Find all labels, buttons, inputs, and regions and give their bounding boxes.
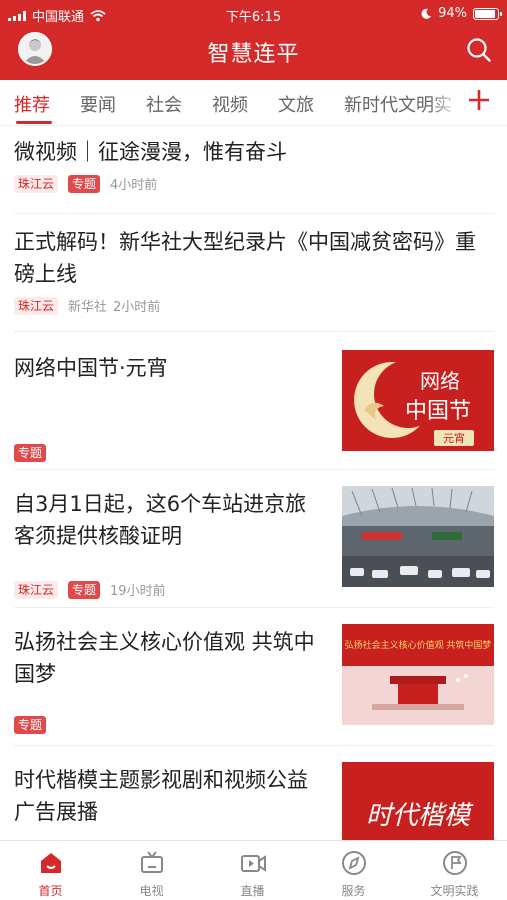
active-tab-indicator bbox=[16, 121, 52, 124]
nav-label: 直播 bbox=[240, 884, 265, 898]
source-name: 新华社 bbox=[68, 300, 108, 315]
news-title: 微视频｜征途漫漫，惟有奋斗 bbox=[14, 140, 287, 164]
status-bar: 中国联通 下午6:15 94% bbox=[0, 0, 507, 28]
tab-recommend[interactable]: 推荐 bbox=[14, 91, 50, 117]
core-values-poster: 弘扬社会主义核心价值观 共筑中国梦 bbox=[342, 624, 494, 725]
nav-live[interactable]: 直播 bbox=[202, 841, 303, 900]
train-station-photo bbox=[342, 486, 494, 587]
news-thumbnail: 时代楷模 bbox=[342, 762, 494, 840]
thumb-slogan: 弘扬社会主义核心价值观 共筑中国梦 bbox=[345, 639, 492, 651]
home-icon bbox=[41, 853, 61, 873]
news-title: 自3月1日起，这6个车站进京旅客须提供核酸证明 bbox=[14, 492, 307, 548]
battery-level bbox=[475, 9, 495, 18]
nav-tv[interactable]: 电视 bbox=[101, 841, 202, 900]
news-title: 时代楷模主题影视剧和视频公益广告展播 bbox=[14, 768, 308, 824]
model-of-the-times-poster: 时代楷模 bbox=[342, 762, 494, 840]
list-item[interactable]: 网络中国节·元宵 专题 网络 中国节 元宵 bbox=[14, 332, 494, 470]
source-tag: 珠江云 bbox=[14, 296, 59, 315]
live-video-icon bbox=[241, 855, 266, 872]
tab-video[interactable]: 视频 bbox=[212, 91, 248, 117]
news-title: 弘扬社会主义核心价值观 共筑中国梦 bbox=[14, 630, 315, 686]
thumb-line-3: 元宵 bbox=[443, 431, 465, 445]
tab-culture-travel[interactable]: 文旅 bbox=[278, 91, 314, 117]
source-tag: 珠江云 bbox=[14, 580, 59, 599]
channel-tabs: 推荐 要闻 社会 视频 文旅 新时代文明实 bbox=[0, 80, 507, 126]
app-header: 中国联通 下午6:15 94% 智慧连平 bbox=[0, 0, 507, 80]
moon-icon bbox=[421, 8, 432, 19]
nav-civilization[interactable]: 文明实践 bbox=[404, 841, 505, 900]
search-icon bbox=[467, 38, 491, 62]
nav-label: 电视 bbox=[139, 884, 164, 898]
timestamp: 4小时前 bbox=[110, 178, 158, 193]
news-title: 网络中国节·元宵 bbox=[14, 356, 168, 380]
special-tag: 专题 bbox=[68, 580, 101, 599]
nav-label: 首页 bbox=[38, 884, 63, 898]
list-item[interactable]: 正式解码！新华社大型纪录片《中国减贫密码》重磅上线 珠江云 新华社 2小时前 bbox=[14, 226, 494, 332]
thumb-line-2: 中国节 bbox=[405, 399, 471, 424]
plus-icon bbox=[469, 90, 489, 110]
nav-label: 文明实践 bbox=[430, 884, 479, 898]
thumb-line-1: 网络 bbox=[420, 369, 460, 393]
list-item[interactable]: 微视频｜征途漫漫，惟有奋斗 珠江云 专题 4小时前 bbox=[14, 136, 494, 214]
special-tag: 专题 bbox=[14, 444, 47, 462]
lantern-festival-graphic: 网络 中国节 元宵 bbox=[342, 350, 494, 451]
flag-circle-icon bbox=[443, 851, 467, 875]
nav-home[interactable]: 首页 bbox=[0, 841, 101, 900]
nav-label: 服务 bbox=[341, 884, 366, 898]
list-item[interactable]: 自3月1日起，这6个车站进京旅客须提供核酸证明 珠江云 专题 19小时前 bbox=[14, 470, 494, 608]
thumb-calligraphy: 时代楷模 bbox=[366, 801, 474, 831]
news-thumbnail bbox=[342, 486, 494, 587]
news-feed: 微视频｜征途漫漫，惟有奋斗 珠江云 专题 4小时前 正式解码！新华社大型纪录片《… bbox=[0, 126, 507, 840]
tab-news[interactable]: 要闻 bbox=[80, 91, 116, 117]
timestamp: 2小时前 bbox=[113, 300, 161, 315]
add-channel-button[interactable] bbox=[467, 88, 491, 112]
page-title: 智慧连平 bbox=[207, 42, 300, 67]
search-button[interactable] bbox=[465, 36, 493, 64]
special-tag: 专题 bbox=[68, 174, 101, 193]
battery-icon bbox=[473, 7, 502, 20]
nav-service[interactable]: 服务 bbox=[303, 841, 404, 900]
bottom-navigation: 首页 电视 直播 服务 文明实践 bbox=[0, 840, 507, 900]
news-thumbnail: 网络 中国节 元宵 bbox=[342, 350, 494, 451]
tab-fade bbox=[430, 80, 460, 125]
battery-percent: 94% bbox=[438, 6, 467, 21]
title-bar: 智慧连平 bbox=[0, 28, 507, 80]
source-tag: 珠江云 bbox=[14, 174, 59, 193]
compass-icon bbox=[342, 851, 366, 875]
news-thumbnail: 弘扬社会主义核心价值观 共筑中国梦 bbox=[342, 624, 494, 725]
timestamp: 19小时前 bbox=[110, 584, 166, 599]
list-item[interactable]: 时代楷模主题影视剧和视频公益广告展播 时代楷模 bbox=[14, 746, 494, 840]
list-item[interactable]: 弘扬社会主义核心价值观 共筑中国梦 专题 弘扬社会主义核心价值观 共筑中国梦 bbox=[14, 608, 494, 746]
news-title: 正式解码！新华社大型纪录片《中国减贫密码》重磅上线 bbox=[14, 230, 476, 286]
tv-icon bbox=[141, 851, 163, 873]
tab-society[interactable]: 社会 bbox=[146, 91, 182, 117]
special-tag: 专题 bbox=[14, 716, 47, 734]
